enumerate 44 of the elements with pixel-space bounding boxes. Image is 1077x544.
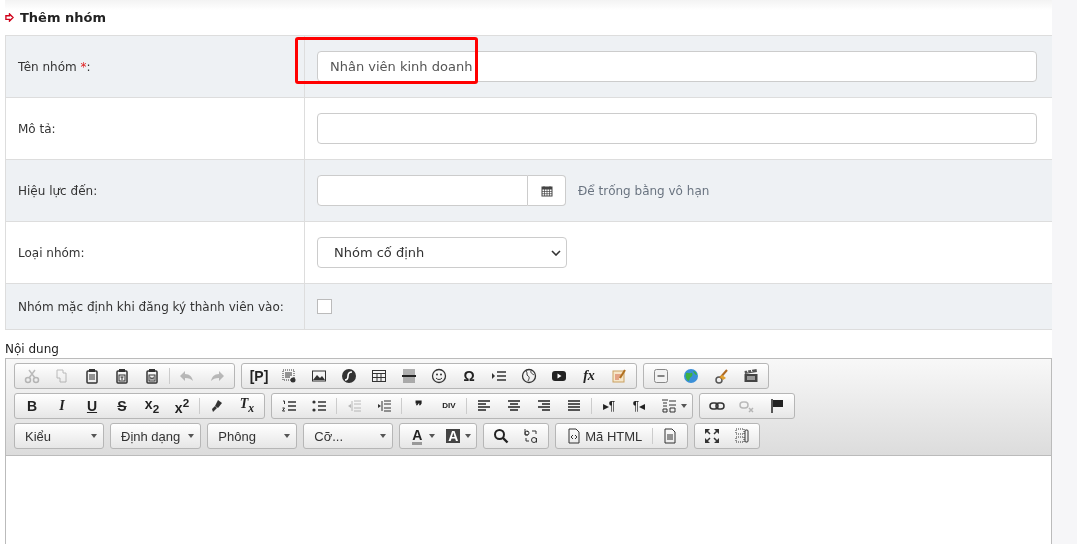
code-file-icon xyxy=(566,428,583,444)
caret-icon[interactable] xyxy=(429,434,436,438)
field-hint: Để trống bằng vô hạn xyxy=(578,183,710,198)
toolbar-combo[interactable]: Định dạng xyxy=(110,423,202,449)
text-direction-button[interactable]: ¶◂ xyxy=(626,394,652,418)
field-label: Mô tả: xyxy=(18,121,56,136)
div-button[interactable]: DIV xyxy=(436,394,462,418)
field-label: Nhóm mặc định khi đăng ký thành viên vào: xyxy=(18,299,284,314)
text-direction-button[interactable]: ▸¶ xyxy=(596,394,622,418)
background-color-button[interactable]: A xyxy=(440,424,467,448)
group-type-select[interactable]: Nhóm cố định xyxy=(317,237,567,268)
caret-icon xyxy=(284,434,291,438)
text-color-button[interactable]: A xyxy=(404,424,431,448)
caret-icon[interactable] xyxy=(681,404,687,408)
format-button[interactable]: x$_{2}$ xyxy=(139,394,165,418)
calendar-icon xyxy=(540,184,553,197)
format-button[interactable]: B xyxy=(19,394,45,418)
format-button[interactable]: [P] xyxy=(246,364,272,388)
underline-button[interactable]: U xyxy=(79,394,105,418)
text-field[interactable] xyxy=(317,113,1037,144)
section-title: Thêm nhóm xyxy=(20,10,106,25)
format-button[interactable]: I xyxy=(49,394,75,418)
field-label: Hiệu lực đến: xyxy=(18,183,98,198)
format-button[interactable]: T$_{x}$ xyxy=(234,394,260,418)
toolbar-combo[interactable]: Cỡ... xyxy=(303,423,394,449)
caret-icon xyxy=(380,434,387,438)
format-button[interactable]: ❞ xyxy=(406,394,432,418)
date-field[interactable] xyxy=(317,175,528,206)
calendar-button[interactable] xyxy=(528,175,566,206)
text-field[interactable]: Nhân viên kinh doanh xyxy=(317,51,1037,82)
field-label: Loại nhóm: xyxy=(18,245,85,260)
strikethrough-button[interactable]: S xyxy=(109,394,135,418)
format-button[interactable]: fx xyxy=(576,364,602,388)
editor-label: Nội dung xyxy=(5,341,60,358)
format-button[interactable]: x$^{2}$ xyxy=(169,394,195,418)
field-label: Tên nhóm *: xyxy=(18,59,91,74)
format-button[interactable]: Ω xyxy=(456,364,482,388)
arrow-icon xyxy=(5,13,14,22)
caret-icon xyxy=(91,434,97,438)
checkbox[interactable] xyxy=(317,299,332,314)
toolbar-combo[interactable]: Kiểu xyxy=(14,423,104,449)
toolbar-combo[interactable]: Phông xyxy=(207,423,298,449)
caret-icon[interactable] xyxy=(465,434,472,438)
caret-icon xyxy=(188,434,195,438)
